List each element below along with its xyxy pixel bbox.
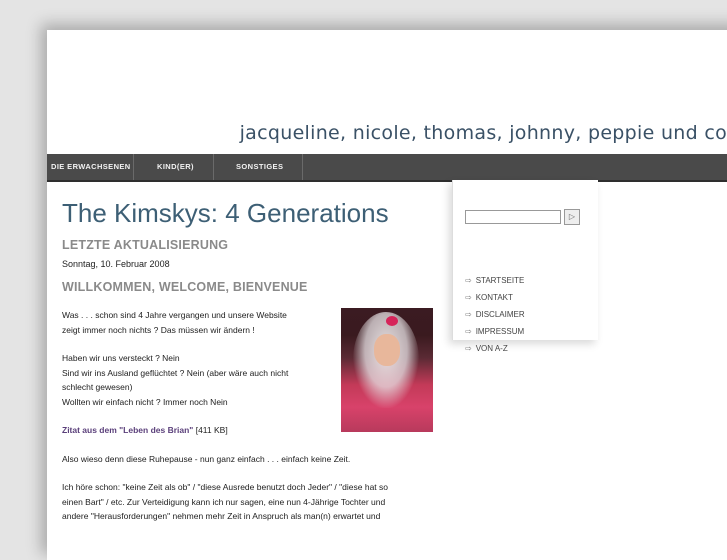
sidebar-item-impressum[interactable]: ⇨ IMPRESSUM	[465, 323, 525, 340]
search-button[interactable]: ▷	[564, 209, 580, 225]
sidebar-item-startseite[interactable]: ⇨ STARTSEITE	[465, 272, 525, 289]
sidebar-item-von-a-z[interactable]: ⇨ VON A-Z	[465, 340, 525, 357]
welcome-heading: WILLKOMMEN, WELCOME, BIENVENUE	[62, 280, 308, 294]
arrow-icon: ⇨	[465, 310, 472, 319]
sidebar-item-label: DISCLAIMER	[475, 310, 525, 319]
arrow-right-icon: ▷	[568, 212, 576, 221]
nav-divider	[133, 154, 134, 180]
nav-item-kinder[interactable]: KIND(ER)	[153, 154, 198, 180]
sidebar-item-label: STARTSEITE	[475, 276, 525, 285]
nav-item-erwachsenen[interactable]: DIE ERWACHSENEN	[47, 154, 135, 180]
sidebar-item-disclaimer[interactable]: ⇨ DISCLAIMER	[465, 306, 525, 323]
arrow-icon: ⇨	[465, 344, 472, 353]
sidebar-item-label: IMPRESSUM	[475, 327, 525, 336]
sidebar-menu: ⇨ STARTSEITE ⇨ KONTAKT ⇨ DISCLAIMER ⇨ IMPRES…	[465, 272, 525, 357]
quote-file-size: [411 KB]	[195, 425, 228, 435]
nav-divider	[302, 154, 303, 180]
page-container: jacqueline, nicole, thomas, johnny, pepp…	[47, 30, 727, 560]
sidebar-item-kontakt[interactable]: ⇨ KONTAKT	[465, 289, 525, 306]
text-line: einen Bart" / etc. Zur Verteidigung kann…	[62, 496, 386, 507]
page-title: The Kimskys: 4 Generations	[62, 198, 389, 228]
child-photo	[341, 308, 433, 432]
sidebar: ▷ ⇨ STARTSEITE ⇨ KONTAKT ⇨ DISCLAIMER ⇨ IMPR…	[452, 180, 598, 353]
nav-item-sonstiges[interactable]: SONSTIGES	[232, 154, 287, 180]
site-tagline: jacqueline, nicole, thomas, johnny, pepp…	[239, 122, 727, 144]
defense-paragraph: Ich höre schon: "keine Zeit als ob" / "d…	[62, 480, 442, 524]
arrow-icon: ⇨	[465, 276, 472, 285]
photo-face	[374, 334, 400, 366]
update-heading: LETZTE AKTUALISIERUNG	[62, 238, 229, 252]
text-line: andere "Herausforderungen" nehmen mehr Z…	[62, 511, 381, 521]
arrow-icon: ⇨	[465, 327, 472, 336]
sidebar-item-label: VON A-Z	[475, 344, 508, 353]
nav-divider	[213, 154, 214, 180]
sidebar-item-label: KONTAKT	[475, 293, 513, 302]
photo-flower	[386, 316, 398, 326]
search-input[interactable]	[465, 210, 561, 224]
update-date: Sonntag, 10. Februar 2008	[62, 259, 170, 269]
text-line: Ich höre schon: "keine Zeit als ob" / "d…	[62, 482, 389, 492]
arrow-icon: ⇨	[465, 293, 472, 302]
quote-link[interactable]: Zitat aus dem "Leben des Brian"	[62, 425, 193, 435]
pause-paragraph: Also wieso denn diese Ruhepause - nun ga…	[62, 453, 351, 464]
main-nav: DIE ERWACHSENEN KIND(ER) SONSTIGES	[47, 154, 727, 182]
site-header: jacqueline, nicole, thomas, johnny, pepp…	[47, 30, 727, 154]
